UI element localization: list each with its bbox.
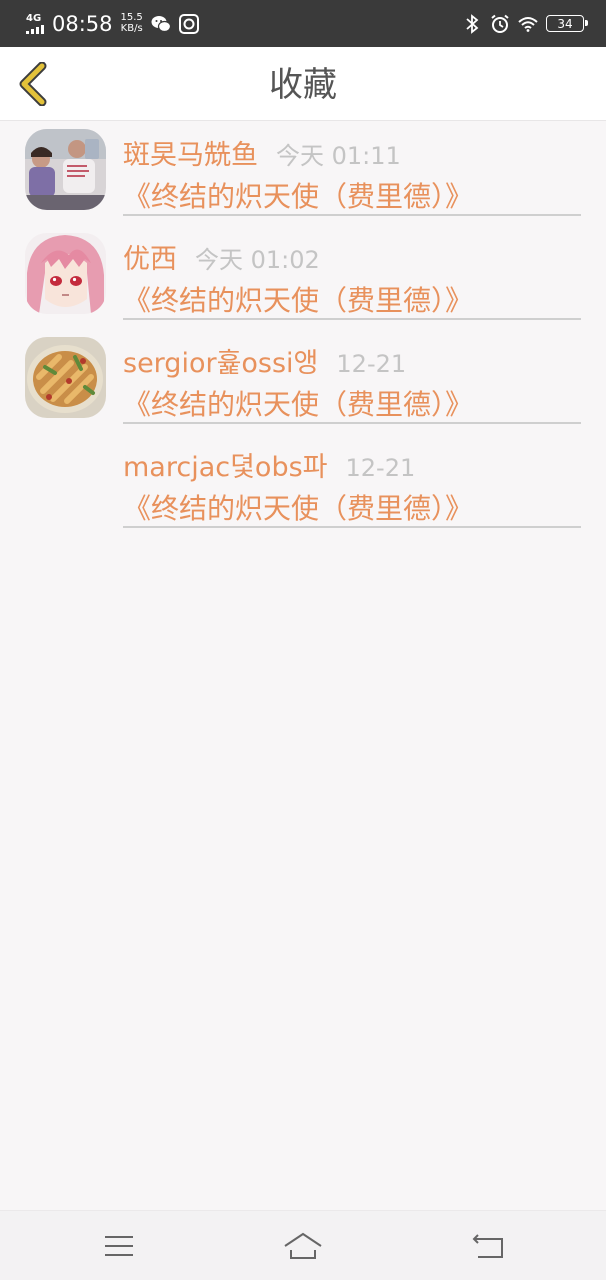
battery-level: 34 <box>557 16 573 31</box>
item-title[interactable]: 《终结的炽天使（费里德）》 <box>123 175 581 215</box>
list-item[interactable]: 斑旲马兟鱼 今天 01:11 《终结的炽天使（费里德）》 <box>0 121 606 225</box>
speed-value: 15.5 <box>120 12 143 23</box>
user-name[interactable]: sergior흁ossi앵 <box>123 341 318 380</box>
home-button[interactable] <box>283 1229 323 1263</box>
favorites-list: 斑旲马兟鱼 今天 01:11 《终结的炽天使（费里德）》 优西 今天 01:02… <box>0 121 606 537</box>
page-title: 收藏 <box>269 65 337 105</box>
header: 收藏 <box>0 47 606 121</box>
battery-icon: 34 <box>546 15 588 32</box>
item-date: 今天 01:11 <box>276 142 401 170</box>
item-title[interactable]: 《终结的炽天使（费里德）》 <box>123 487 581 527</box>
home-icon <box>284 1232 322 1259</box>
item-content: 优西 今天 01:02 《终结的炽天使（费里德）》 <box>123 237 581 320</box>
status-bar: 4G 08:58 15.5 KB/s 34 <box>0 0 606 47</box>
network-speed: 15.5 KB/s <box>120 12 143 34</box>
list-item[interactable]: 优西 今天 01:02 《终结的炽天使（费里德）》 <box>0 225 606 329</box>
user-name[interactable]: 斑旲马兟鱼 <box>123 133 258 172</box>
item-content: sergior흁ossi앵 12-21 《终结的炽天使（费里德）》 <box>123 341 581 424</box>
wechat-icon <box>151 14 171 34</box>
alarm-icon <box>490 14 510 34</box>
item-date: 12-21 <box>345 454 416 482</box>
system-nav-bar <box>0 1210 606 1280</box>
app-notification-icon <box>178 13 199 34</box>
menu-button[interactable] <box>99 1229 139 1263</box>
speed-unit: KB/s <box>120 22 143 34</box>
network-type: 4G <box>26 12 42 24</box>
wifi-icon <box>518 14 538 34</box>
bluetooth-icon <box>462 13 482 34</box>
menu-icon <box>105 1236 133 1256</box>
item-title[interactable]: 《终结的炽天使（费里德）》 <box>123 279 581 319</box>
item-title[interactable]: 《终结的炽天使（费里德）》 <box>123 383 581 423</box>
user-name[interactable]: marcjac뎣obs파 <box>123 445 328 484</box>
back-icon <box>472 1234 503 1258</box>
list-item[interactable]: sergior흁ossi앵 12-21 《终结的炽天使（费里德）》 <box>0 329 606 433</box>
back-nav-button[interactable] <box>468 1229 508 1263</box>
avatar[interactable] <box>25 233 106 314</box>
item-content: 斑旲马兟鱼 今天 01:11 《终结的炽天使（费里德）》 <box>123 133 581 216</box>
item-content: marcjac뎣obs파 12-21 《终结的炽天使（费里德）》 <box>123 445 581 528</box>
avatar[interactable] <box>25 337 106 418</box>
item-date: 12-21 <box>336 350 407 378</box>
avatar[interactable] <box>25 129 106 210</box>
status-time: 08:58 <box>52 11 113 36</box>
item-date: 今天 01:02 <box>195 246 320 274</box>
list-item[interactable]: marcjac뎣obs파 12-21 《终结的炽天使（费里德）》 <box>0 433 606 537</box>
user-name[interactable]: 优西 <box>123 237 177 276</box>
signal-icon: 4G <box>26 12 44 34</box>
